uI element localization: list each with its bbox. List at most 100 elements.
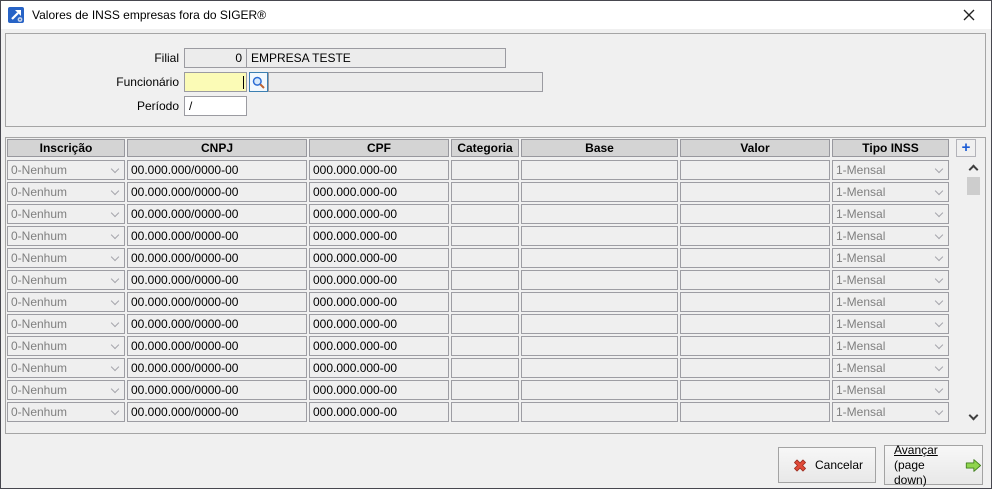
funcionario-code-input[interactable]	[184, 72, 247, 92]
categoria-input[interactable]	[451, 248, 519, 268]
cpf-input[interactable]: 000.000.000-00	[309, 270, 449, 290]
tipo-inss-select[interactable]: 1-Mensal	[832, 204, 949, 224]
valor-input[interactable]	[680, 358, 830, 378]
table-row: 0-Nenhum 00.000.000/0000-00 000.000.000-…	[7, 380, 949, 400]
inscricao-select[interactable]: 0-Nenhum	[7, 160, 125, 180]
categoria-input[interactable]	[451, 204, 519, 224]
valor-input[interactable]	[680, 226, 830, 246]
cpf-input[interactable]: 000.000.000-00	[309, 182, 449, 202]
cnpj-input[interactable]: 00.000.000/0000-00	[127, 402, 307, 422]
base-input[interactable]	[521, 270, 678, 290]
cnpj-input[interactable]: 00.000.000/0000-00	[127, 358, 307, 378]
base-input[interactable]	[521, 402, 678, 422]
valor-input[interactable]	[680, 182, 830, 202]
cpf-input[interactable]: 000.000.000-00	[309, 314, 449, 334]
cnpj-input[interactable]: 00.000.000/0000-00	[127, 248, 307, 268]
cpf-input[interactable]: 000.000.000-00	[309, 292, 449, 312]
scroll-down-button[interactable]	[965, 409, 982, 424]
inscricao-select[interactable]: 0-Nenhum	[7, 226, 125, 246]
valor-input[interactable]	[680, 292, 830, 312]
cpf-input[interactable]: 000.000.000-00	[309, 358, 449, 378]
valor-input[interactable]	[680, 402, 830, 422]
cnpj-input[interactable]: 00.000.000/0000-00	[127, 314, 307, 334]
valor-input[interactable]	[680, 336, 830, 356]
base-input[interactable]	[521, 182, 678, 202]
inscricao-select[interactable]: 0-Nenhum	[7, 380, 125, 400]
tipo-inss-select[interactable]: 1-Mensal	[832, 160, 949, 180]
scrollbar-thumb[interactable]	[967, 177, 980, 195]
cpf-input[interactable]: 000.000.000-00	[309, 402, 449, 422]
base-input[interactable]	[521, 380, 678, 400]
tipo-inss-select[interactable]: 1-Mensal	[832, 314, 949, 334]
valor-input[interactable]	[680, 380, 830, 400]
cpf-input[interactable]: 000.000.000-00	[309, 336, 449, 356]
valor-input[interactable]	[680, 204, 830, 224]
advance-button[interactable]: Avançar (page down)	[884, 443, 983, 487]
tipo-inss-select[interactable]: 1-Mensal	[832, 270, 949, 290]
valor-input[interactable]	[680, 160, 830, 180]
cpf-input[interactable]: 000.000.000-00	[309, 160, 449, 180]
tipo-inss-select[interactable]: 1-Mensal	[832, 248, 949, 268]
inscricao-select[interactable]: 0-Nenhum	[7, 336, 125, 356]
tipo-inss-select[interactable]: 1-Mensal	[832, 402, 949, 422]
inscricao-select[interactable]: 0-Nenhum	[7, 270, 125, 290]
inscricao-select[interactable]: 0-Nenhum	[7, 314, 125, 334]
inscricao-select[interactable]: 0-Nenhum	[7, 204, 125, 224]
filial-label: Filial	[154, 51, 179, 65]
categoria-input[interactable]	[451, 270, 519, 290]
funcionario-name-field	[268, 72, 543, 92]
categoria-input[interactable]	[451, 380, 519, 400]
base-input[interactable]	[521, 358, 678, 378]
base-input[interactable]	[521, 314, 678, 334]
close-button[interactable]	[946, 1, 991, 29]
valor-input[interactable]	[680, 314, 830, 334]
base-input[interactable]	[521, 226, 678, 246]
dialog-window: Valores de INSS empresas fora do SIGER® …	[0, 0, 992, 489]
inscricao-select[interactable]: 0-Nenhum	[7, 182, 125, 202]
cnpj-input[interactable]: 00.000.000/0000-00	[127, 226, 307, 246]
cnpj-input[interactable]: 00.000.000/0000-00	[127, 380, 307, 400]
categoria-input[interactable]	[451, 226, 519, 246]
scroll-up-button[interactable]	[965, 160, 982, 175]
tipo-inss-select[interactable]: 1-Mensal	[832, 226, 949, 246]
search-button[interactable]	[249, 72, 268, 92]
cnpj-input[interactable]: 00.000.000/0000-00	[127, 292, 307, 312]
inscricao-select[interactable]: 0-Nenhum	[7, 402, 125, 422]
categoria-input[interactable]	[451, 402, 519, 422]
base-input[interactable]	[521, 248, 678, 268]
cpf-input[interactable]: 000.000.000-00	[309, 204, 449, 224]
cnpj-input[interactable]: 00.000.000/0000-00	[127, 182, 307, 202]
cnpj-input[interactable]: 00.000.000/0000-00	[127, 160, 307, 180]
base-input[interactable]	[521, 204, 678, 224]
categoria-input[interactable]	[451, 182, 519, 202]
add-row-button[interactable]: +	[956, 139, 976, 157]
tipo-inss-select[interactable]: 1-Mensal	[832, 292, 949, 312]
cpf-input[interactable]: 000.000.000-00	[309, 226, 449, 246]
categoria-input[interactable]	[451, 292, 519, 312]
vertical-scrollbar[interactable]	[965, 160, 982, 424]
tipo-inss-select[interactable]: 1-Mensal	[832, 380, 949, 400]
base-input[interactable]	[521, 160, 678, 180]
categoria-input[interactable]	[451, 358, 519, 378]
inscricao-select[interactable]: 0-Nenhum	[7, 248, 125, 268]
tipo-inss-select[interactable]: 1-Mensal	[832, 336, 949, 356]
base-input[interactable]	[521, 336, 678, 356]
categoria-input[interactable]	[451, 160, 519, 180]
periodo-input[interactable]: /	[184, 96, 247, 116]
cancel-button[interactable]: Cancelar	[778, 447, 876, 483]
cnpj-input[interactable]: 00.000.000/0000-00	[127, 270, 307, 290]
cnpj-input[interactable]: 00.000.000/0000-00	[127, 336, 307, 356]
categoria-input[interactable]	[451, 314, 519, 334]
tipo-inss-select[interactable]: 1-Mensal	[832, 182, 949, 202]
base-input[interactable]	[521, 292, 678, 312]
inscricao-select[interactable]: 0-Nenhum	[7, 292, 125, 312]
valor-input[interactable]	[680, 248, 830, 268]
valor-input[interactable]	[680, 270, 830, 290]
cpf-input[interactable]: 000.000.000-00	[309, 248, 449, 268]
tipo-inss-select[interactable]: 1-Mensal	[832, 358, 949, 378]
inscricao-select[interactable]: 0-Nenhum	[7, 358, 125, 378]
categoria-input[interactable]	[451, 336, 519, 356]
chevron-down-icon	[110, 230, 120, 239]
cpf-input[interactable]: 000.000.000-00	[309, 380, 449, 400]
cnpj-input[interactable]: 00.000.000/0000-00	[127, 204, 307, 224]
